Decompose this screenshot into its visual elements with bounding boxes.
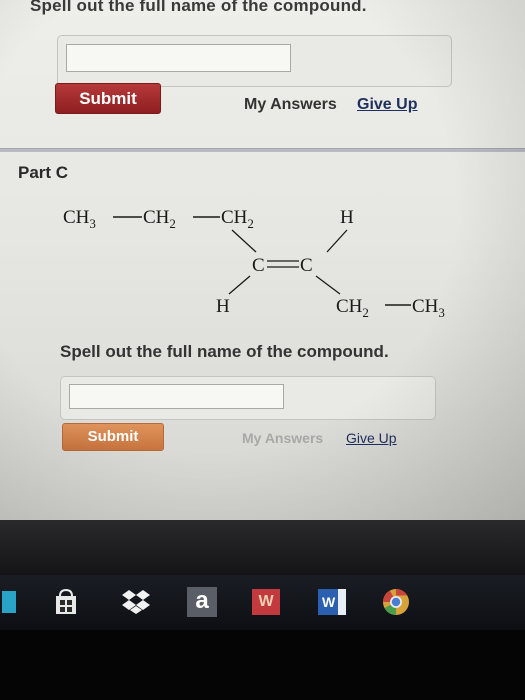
part-c-give-up-link[interactable]: Give Up: [346, 430, 397, 446]
part-c-title: Part C: [18, 163, 69, 182]
bond-c2-to-ch2: [315, 275, 341, 295]
part-c-answer-input[interactable]: [69, 384, 284, 409]
previous-my-answers-link[interactable]: My Answers: [244, 96, 337, 114]
subscript-digit: 2: [362, 305, 369, 320]
part-c-prompt: Spell out the full name of the compound.: [60, 342, 389, 361]
section-divider: [0, 148, 525, 152]
center-carbon-left: C: [252, 255, 265, 276]
bottom-chain-atom-2: CH3: [412, 296, 445, 320]
amazon-icon[interactable]: a: [184, 586, 220, 618]
subscript-digit: 3: [89, 216, 96, 231]
previous-answer-box: [57, 35, 452, 87]
chrome-icon[interactable]: [378, 586, 414, 618]
previous-part-prompt: Spell out the full name of the compound.: [30, 0, 367, 15]
top-right-hydrogen: H: [340, 207, 354, 228]
browser-content: Spell out the full name of the compound.…: [0, 0, 525, 520]
left-chain-atom-3: CH2: [221, 207, 254, 231]
desk-surface: [0, 630, 525, 700]
previous-give-up-link[interactable]: Give Up: [357, 96, 417, 114]
word-icon[interactable]: W: [314, 586, 350, 618]
dropbox-icon[interactable]: [118, 586, 154, 618]
windows-tile-icon[interactable]: [0, 586, 18, 618]
molecule-structure: CH3 CH2 CH2 H C C H CH2 CH3: [63, 207, 445, 320]
previous-submit-button[interactable]: Submit: [55, 83, 161, 114]
part-c-my-answers-link[interactable]: My Answers: [242, 430, 323, 446]
part-c-submit-button[interactable]: Submit: [62, 423, 164, 451]
monitor-bezel: [0, 520, 525, 575]
subscript-digit: 2: [169, 216, 176, 231]
subscript-digit: 3: [438, 305, 445, 320]
bond-c1-to-h: [228, 275, 251, 295]
wps-icon[interactable]: W: [248, 586, 284, 618]
store-icon[interactable]: [48, 586, 84, 618]
wps-glyph: W: [252, 589, 280, 615]
bottom-chain-atom-1: CH2: [336, 296, 369, 320]
part-c-answer-box: [60, 376, 436, 420]
word-glyph: W: [318, 589, 346, 615]
taskbar: a W W: [0, 575, 525, 630]
amazon-glyph: a: [187, 587, 217, 617]
previous-answer-input[interactable]: [66, 44, 291, 72]
subscript-digit: 2: [247, 216, 254, 231]
bottom-left-hydrogen: H: [216, 296, 230, 317]
center-carbon-right: C: [300, 255, 313, 276]
left-chain-atom-1: CH3: [63, 207, 96, 231]
left-chain-atom-2: CH2: [143, 207, 176, 231]
bond-h-to-c2: [326, 229, 348, 253]
bond-ch2-to-c1: [231, 229, 257, 253]
